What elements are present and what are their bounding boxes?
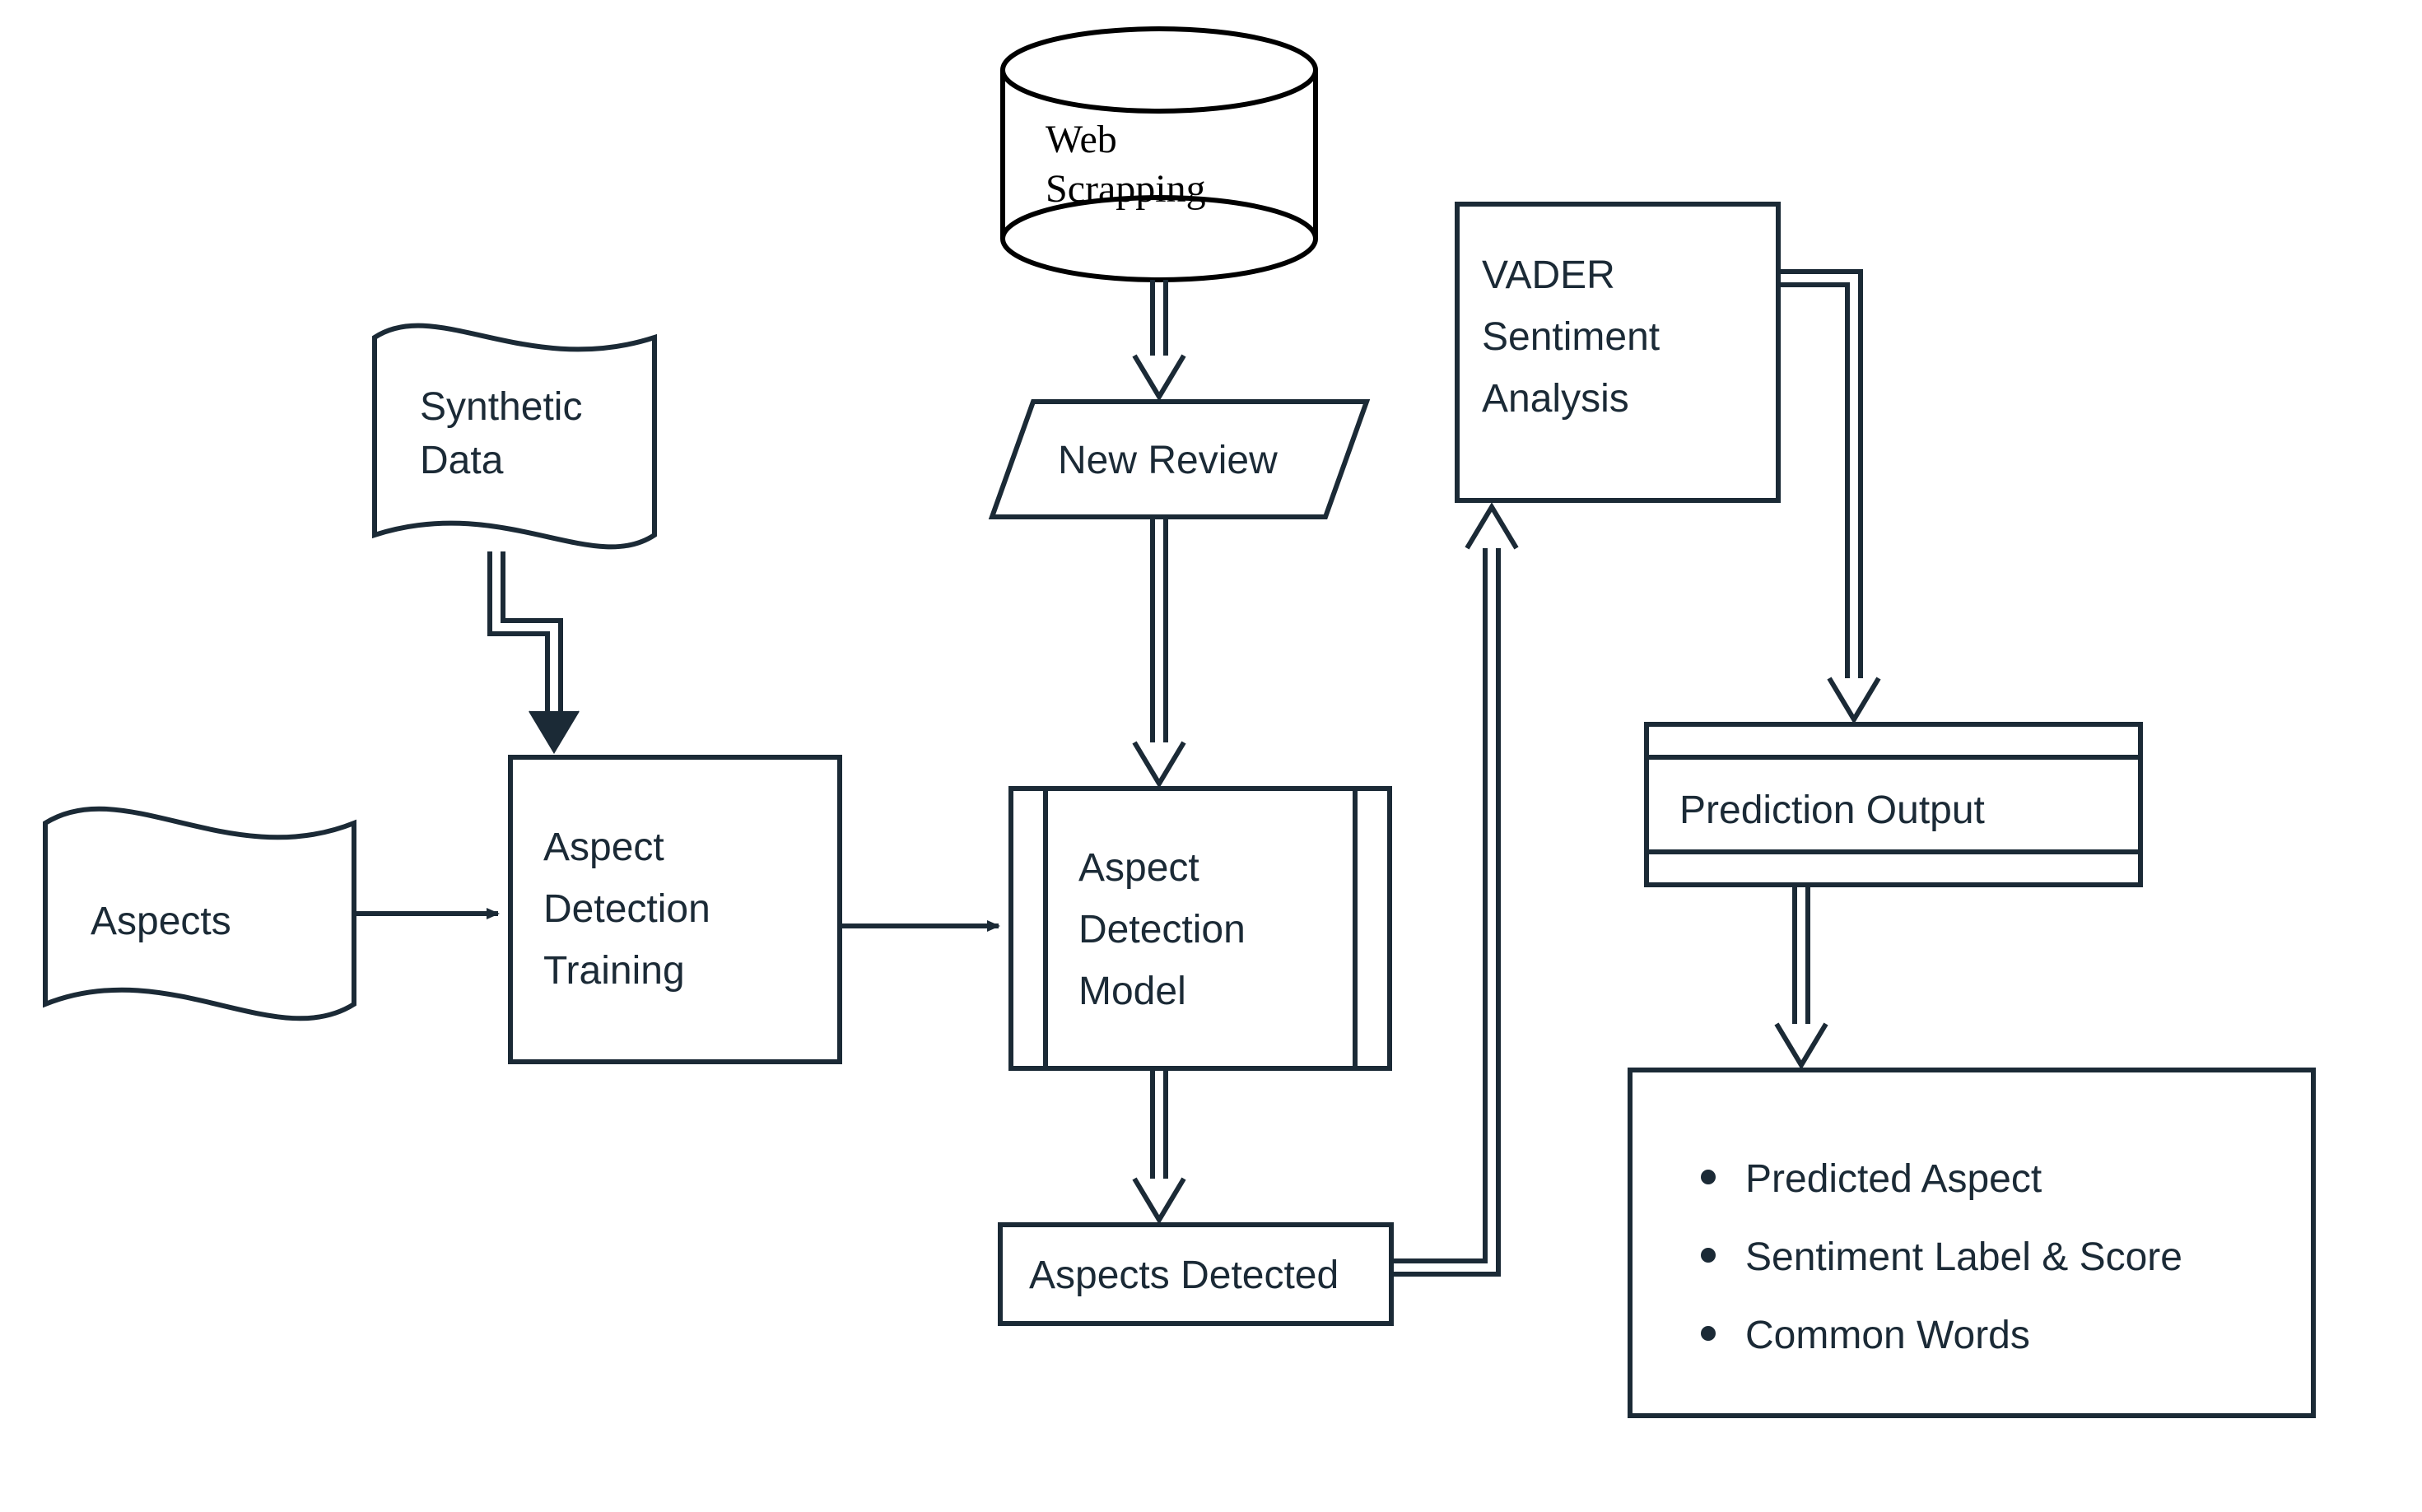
prediction-output-label: Prediction Output xyxy=(1679,789,1985,832)
aspect-detection-training-box: Aspect Detection Training xyxy=(510,757,840,1062)
arrow-newreview-to-model xyxy=(1134,517,1184,784)
web-scrapping-label-l2: Scrapping xyxy=(1046,167,1206,211)
model-label-l3: Model xyxy=(1078,970,1186,1013)
aspects-detected-label: Aspects Detected xyxy=(1029,1254,1339,1297)
new-review-parallelogram: New Review xyxy=(992,402,1367,517)
output-bullet-0: Predicted Aspect xyxy=(1745,1157,2042,1201)
arrow-webscrapping-to-newreview xyxy=(1134,280,1184,397)
aspect-detection-model-box: Aspect Detection Model xyxy=(1011,789,1390,1068)
web-scrapping-label-l1: Web xyxy=(1046,118,1117,161)
arrow-prediction-to-output xyxy=(1777,885,1826,1065)
vader-label-l2: Sentiment xyxy=(1482,315,1660,359)
training-label-l3: Training xyxy=(543,949,685,993)
training-label-l1: Aspect xyxy=(543,826,664,869)
arrow-vader-to-prediction xyxy=(1778,272,1879,719)
synthetic-data-label-l2: Data xyxy=(420,439,504,482)
model-label-l2: Detection xyxy=(1078,908,1246,951)
output-bullets-box: Predicted Aspect Sentiment Label & Score… xyxy=(1630,1070,2313,1416)
training-label-l2: Detection xyxy=(543,887,710,931)
aspects-detected-box: Aspects Detected xyxy=(1000,1225,1391,1324)
flow-diagram: Web Scrapping New Review Synthetic Data … xyxy=(0,0,2422,1512)
vader-label-l1: VADER xyxy=(1482,254,1615,297)
vader-label-l3: Analysis xyxy=(1482,377,1629,421)
aspects-flag: Aspects xyxy=(45,809,354,1019)
synthetic-data-label-l1: Synthetic xyxy=(420,385,582,429)
arrow-model-to-detected xyxy=(1134,1068,1184,1220)
output-bullet-1: Sentiment Label & Score xyxy=(1745,1235,2182,1279)
arrow-synthetic-to-training xyxy=(490,551,579,752)
model-label-l1: Aspect xyxy=(1078,846,1199,890)
web-scrapping-cylinder: Web Scrapping xyxy=(1003,29,1316,280)
new-review-label: New Review xyxy=(1058,439,1278,482)
aspects-label: Aspects xyxy=(91,900,231,943)
synthetic-data-flag: Synthetic Data xyxy=(375,326,654,547)
arrow-detected-to-vader xyxy=(1391,507,1516,1274)
output-bullet-2: Common Words xyxy=(1745,1314,2030,1357)
prediction-output-box: Prediction Output xyxy=(1646,724,2140,885)
vader-box: VADER Sentiment Analysis xyxy=(1457,204,1778,500)
